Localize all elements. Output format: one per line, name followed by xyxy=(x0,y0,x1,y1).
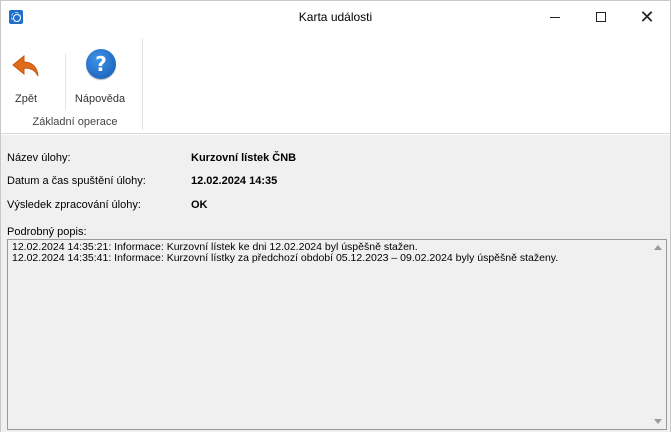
scroll-up-icon[interactable] xyxy=(654,245,662,250)
ribbon: Zpět ? Nápověda Základní operace xyxy=(1,33,670,134)
task-name-value: Kurzovní lístek ČNB xyxy=(191,152,297,164)
start-time-label: Datum a čas spuštění úlohy: xyxy=(7,175,146,187)
log-line: 12.02.2024 14:35:41: Informace: Kurzovní… xyxy=(12,252,559,264)
maximize-icon xyxy=(596,12,606,22)
log-lines: 12.02.2024 14:35:21: Informace: Kurzovní… xyxy=(12,242,642,264)
title-bar[interactable]: Karta události ✕ xyxy=(1,1,670,33)
help-button-label: Nápověda xyxy=(74,93,126,105)
close-button[interactable]: ✕ xyxy=(624,1,670,33)
result-value: OK xyxy=(191,199,208,211)
back-button[interactable]: Zpět xyxy=(7,39,45,111)
start-time-value: 12.02.2024 14:35 xyxy=(191,175,278,187)
close-icon: ✕ xyxy=(639,7,655,27)
event-card-window: Karta události ✕ Zpět ? Nápověda Základn… xyxy=(0,0,671,432)
minimize-icon xyxy=(550,16,560,18)
task-name-label: Název úlohy: xyxy=(7,152,71,164)
maximize-button[interactable] xyxy=(578,1,624,33)
vertical-scrollbar[interactable] xyxy=(649,240,666,429)
description-label: Podrobný popis: xyxy=(7,226,87,238)
ribbon-group-label: Základní operace xyxy=(32,116,118,128)
minimize-button[interactable] xyxy=(532,1,578,33)
scroll-down-icon[interactable] xyxy=(654,419,662,424)
ribbon-group-basic-operations: Zpět ? Nápověda Základní operace xyxy=(7,39,143,130)
description-textarea[interactable]: 12.02.2024 14:35:21: Informace: Kurzovní… xyxy=(7,239,667,430)
result-label: Výsledek zpracování úlohy: xyxy=(7,199,141,211)
back-button-label: Zpět xyxy=(14,93,37,105)
help-button[interactable]: ? Nápověda xyxy=(63,39,137,111)
help-icon-wrap: ? xyxy=(84,49,116,83)
back-arrow-icon xyxy=(10,51,42,83)
help-icon: ? xyxy=(86,49,116,79)
event-details: Název úlohy: Kurzovní lístek ČNB Datum a… xyxy=(1,135,670,432)
